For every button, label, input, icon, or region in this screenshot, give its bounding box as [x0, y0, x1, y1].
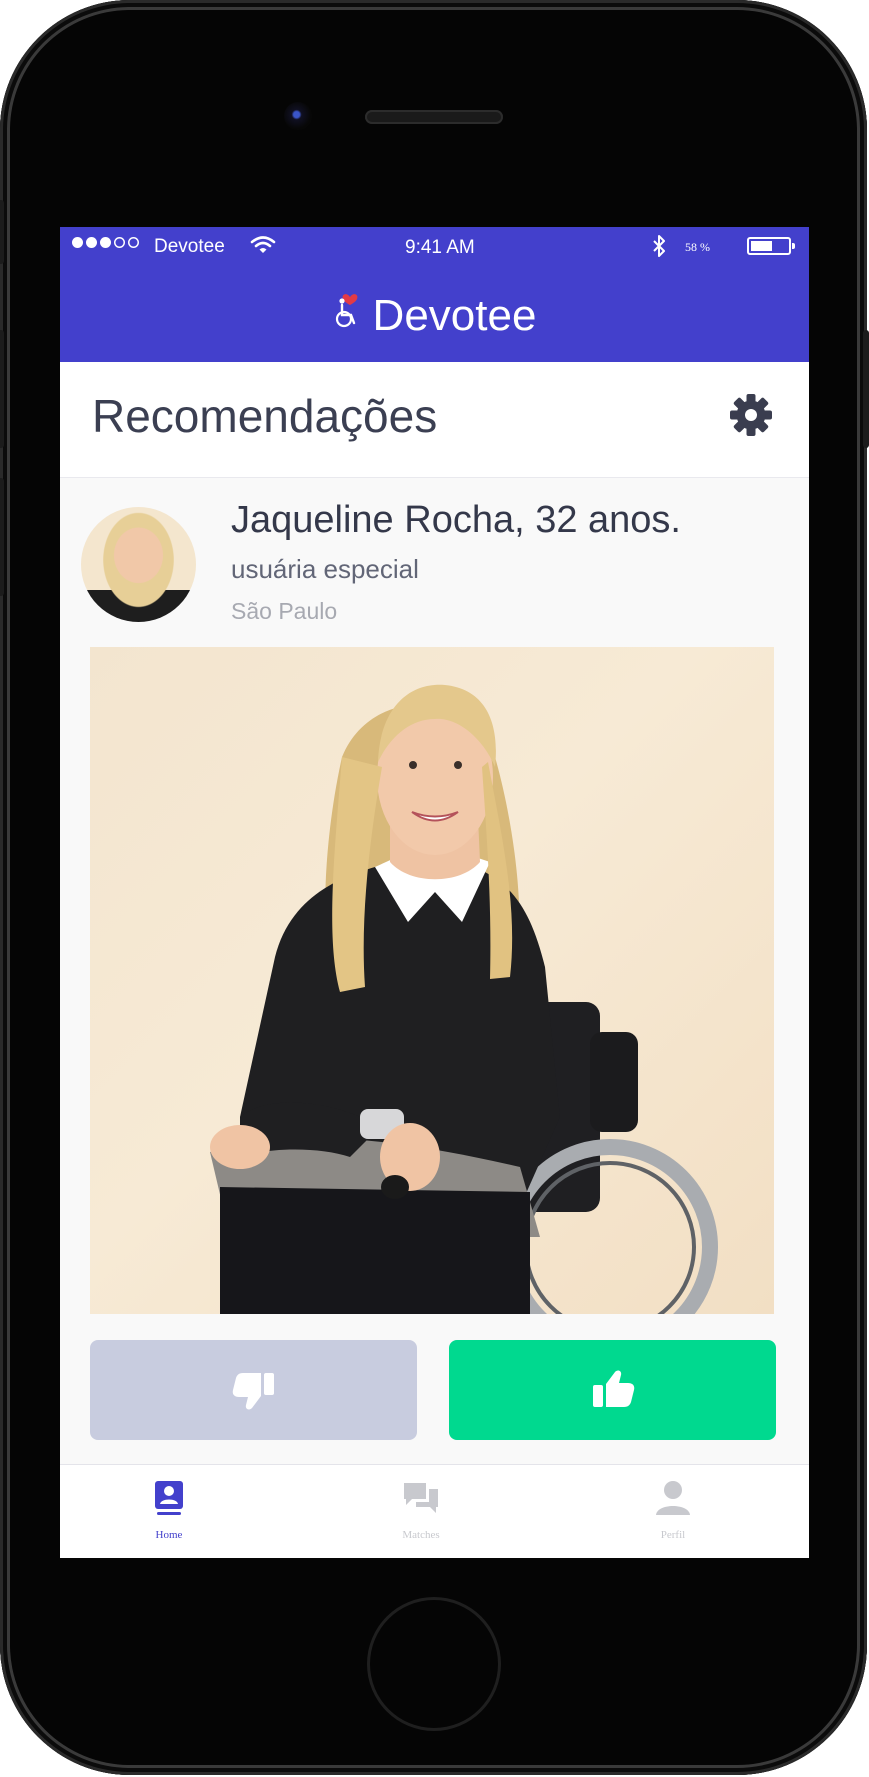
- tab-matches[interactable]: Matches: [361, 1479, 481, 1541]
- tab-home[interactable]: Home: [109, 1479, 229, 1541]
- battery-icon: [747, 237, 795, 255]
- signal-strength-icon: [72, 237, 139, 248]
- status-bar: Devotee 9:41 AM 58 %: [60, 227, 809, 267]
- avatar[interactable]: [81, 507, 196, 622]
- tab-home-label: Home: [155, 1529, 183, 1541]
- mute-switch: [0, 200, 4, 264]
- tab-bar: Home Matches Perfil: [60, 1464, 809, 1558]
- home-button[interactable]: [367, 1597, 501, 1731]
- status-time: 9:41 AM: [405, 237, 475, 258]
- volume-up-button: [0, 330, 4, 448]
- dislike-button[interactable]: [90, 1340, 417, 1440]
- profile-summary[interactable]: Jaqueline Rocha, 32 anos. usuária especi…: [60, 477, 809, 642]
- brand-name: Devotee: [372, 290, 537, 340]
- profile-name: Jaqueline Rocha, 32 anos.: [231, 499, 681, 541]
- tab-perfil-label: Perfil: [660, 1529, 686, 1541]
- wifi-icon: [250, 235, 276, 261]
- page-title: Recomendações: [92, 390, 438, 442]
- like-button[interactable]: [449, 1340, 776, 1440]
- thumbs-down-icon: [90, 1369, 417, 1411]
- page-topbar: Recomendações: [60, 362, 809, 478]
- tab-matches-label: Matches: [402, 1529, 440, 1541]
- earpiece-speaker: [365, 110, 503, 124]
- phone-frame: Devotee 9:41 AM 58 % Devotee Recomendaçõ…: [0, 0, 869, 1775]
- front-camera: [284, 102, 312, 130]
- app-header: Devotee 9:41 AM 58 % Devotee: [60, 227, 809, 362]
- profile-card-icon: [109, 1479, 229, 1517]
- profile-tag: usuária especial: [231, 554, 419, 584]
- volume-down-button: [0, 478, 4, 596]
- app-screen: Devotee 9:41 AM 58 % Devotee Recomendaçõ…: [60, 227, 809, 1558]
- gear-icon[interactable]: [728, 392, 774, 438]
- chat-bubbles-icon: [361, 1479, 481, 1517]
- app-brand: Devotee: [60, 290, 809, 341]
- profile-city: São Paulo: [231, 598, 338, 624]
- tab-perfil[interactable]: Perfil: [613, 1479, 733, 1541]
- bluetooth-icon: [652, 234, 666, 264]
- battery-percentage: 58 %: [685, 240, 710, 254]
- power-button: [863, 330, 869, 448]
- user-icon: [613, 1479, 733, 1517]
- profile-photo[interactable]: [90, 647, 774, 1314]
- thumbs-up-icon: [449, 1369, 776, 1411]
- wheelchair-heart-icon: [333, 290, 367, 341]
- carrier-name: Devotee: [154, 236, 225, 257]
